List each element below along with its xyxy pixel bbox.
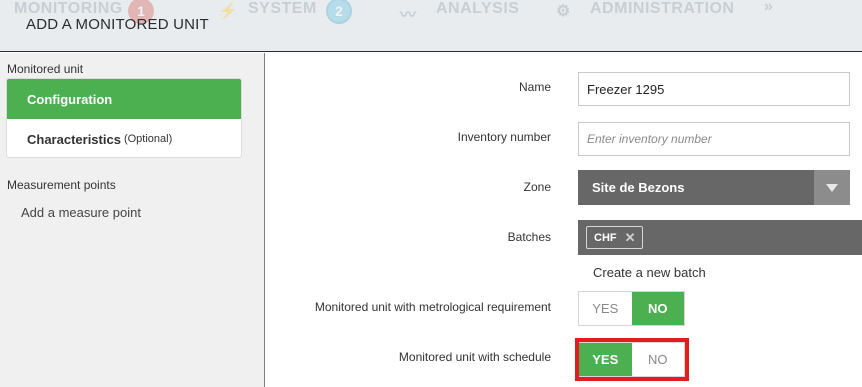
- name-label: Name: [518, 80, 551, 94]
- batch-tag: CHF ✕: [586, 226, 643, 249]
- schedule-label: Monitored unit with schedule: [398, 350, 551, 364]
- metrological-toggle[interactable]: YES NO: [578, 291, 685, 326]
- sidebar-item-characteristics[interactable]: Characteristics (Optional): [7, 119, 241, 157]
- sidebar-item-label: Characteristics: [27, 131, 121, 147]
- close-icon[interactable]: ✕: [625, 230, 636, 246]
- nav-administration[interactable]: ADMINISTRATION: [590, 0, 734, 18]
- inventory-field[interactable]: Enter inventory number: [578, 122, 850, 156]
- sliders-icon: ⚙: [556, 3, 571, 20]
- zone-select[interactable]: Site de Bezons: [578, 170, 850, 205]
- sidebar-item-label: Configuration: [27, 91, 113, 107]
- page-title: ADD A MONITORED UNIT: [26, 16, 209, 33]
- chevron-down-icon[interactable]: [814, 170, 850, 205]
- batches-field[interactable]: CHF ✕: [578, 220, 862, 255]
- chart-icon: 〰: [400, 7, 417, 24]
- sidebar-heading-monitored-unit: Monitored unit: [7, 62, 84, 76]
- highlight-box: [575, 338, 689, 381]
- sidebar-steps: Configuration Characteristics (Optional): [6, 78, 242, 158]
- batches-label: Batches: [507, 230, 551, 244]
- metrological-label: Monitored unit with metrological require…: [314, 300, 551, 314]
- add-measure-point-link[interactable]: Add a measure point: [21, 205, 141, 220]
- system-badge: 2: [326, 0, 352, 24]
- optional-note: (Optional): [123, 133, 173, 145]
- name-field[interactable]: Freezer 1295: [578, 72, 850, 106]
- create-batch-link[interactable]: Create a new batch: [593, 265, 706, 280]
- zone-label: Zone: [523, 180, 551, 194]
- zone-value: Site de Bezons: [592, 180, 685, 195]
- modal-header: MONITORING 1 ⚡ SYSTEM 2 〰 ANALYSIS ⚙ ADM…: [0, 0, 862, 52]
- sidebar-item-configuration[interactable]: Configuration: [7, 79, 241, 119]
- bolt-icon: ⚡: [218, 3, 238, 20]
- sidebar-heading-measurement-points: Measurement points: [7, 178, 116, 192]
- nav-more-icon[interactable]: »: [764, 0, 773, 16]
- metrological-no-option[interactable]: NO: [631, 292, 684, 325]
- metrological-yes-option[interactable]: YES: [579, 292, 632, 325]
- nav-analysis[interactable]: ANALYSIS: [436, 0, 519, 18]
- batch-tag-label: CHF: [594, 231, 617, 244]
- nav-system[interactable]: SYSTEM: [248, 0, 317, 18]
- inventory-label: Inventory number: [457, 130, 551, 144]
- sidebar: Monitored unit Configuration Characteris…: [0, 53, 265, 387]
